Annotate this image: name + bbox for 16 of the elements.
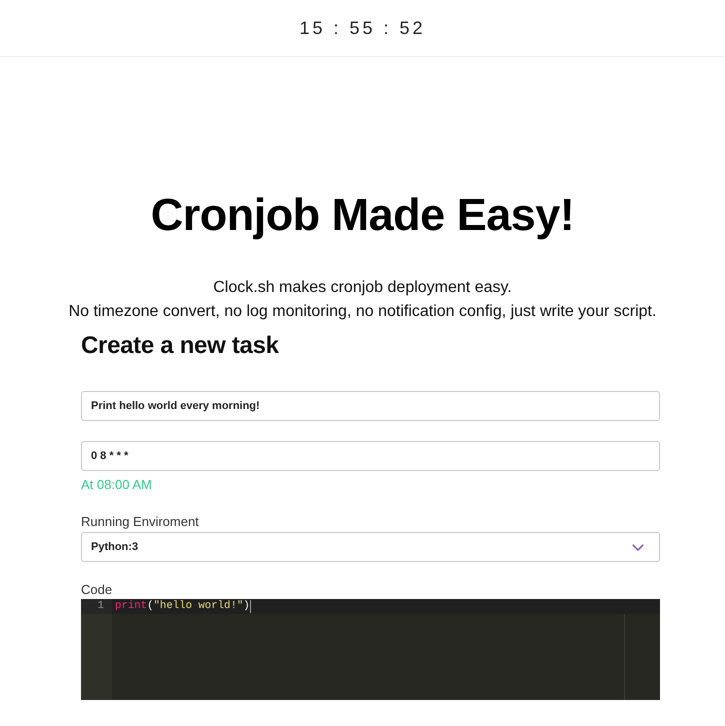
chevron-down-icon [632,544,644,550]
form-heading: Create a new task [81,331,280,360]
code-editor[interactable]: 1 print("hello world!") [81,599,660,700]
text-cursor [250,600,251,613]
line-number: 1 [81,599,112,614]
task-name-field[interactable]: Print hello world every morning! [81,391,660,421]
cron-expression-field[interactable]: 0 8 * * * [81,441,660,471]
schedule-hint: At 08:00 AM [81,477,153,493]
code-label: Code [81,582,114,598]
code-line: print("hello world!") [115,599,250,614]
clock-time: 15 : 55 : 52 [299,19,426,37]
environment-select[interactable]: Python:3 [81,532,660,562]
intro-text: No timezone convert, no log monitoring, no notification config, just write your script. [68,302,658,322]
page-title: Cronjob Made Easy! [150,188,576,241]
environment-label: Running Enviroment [81,514,200,530]
intro-text: Clock.sh makes cronjob deployment easy. [212,278,513,298]
